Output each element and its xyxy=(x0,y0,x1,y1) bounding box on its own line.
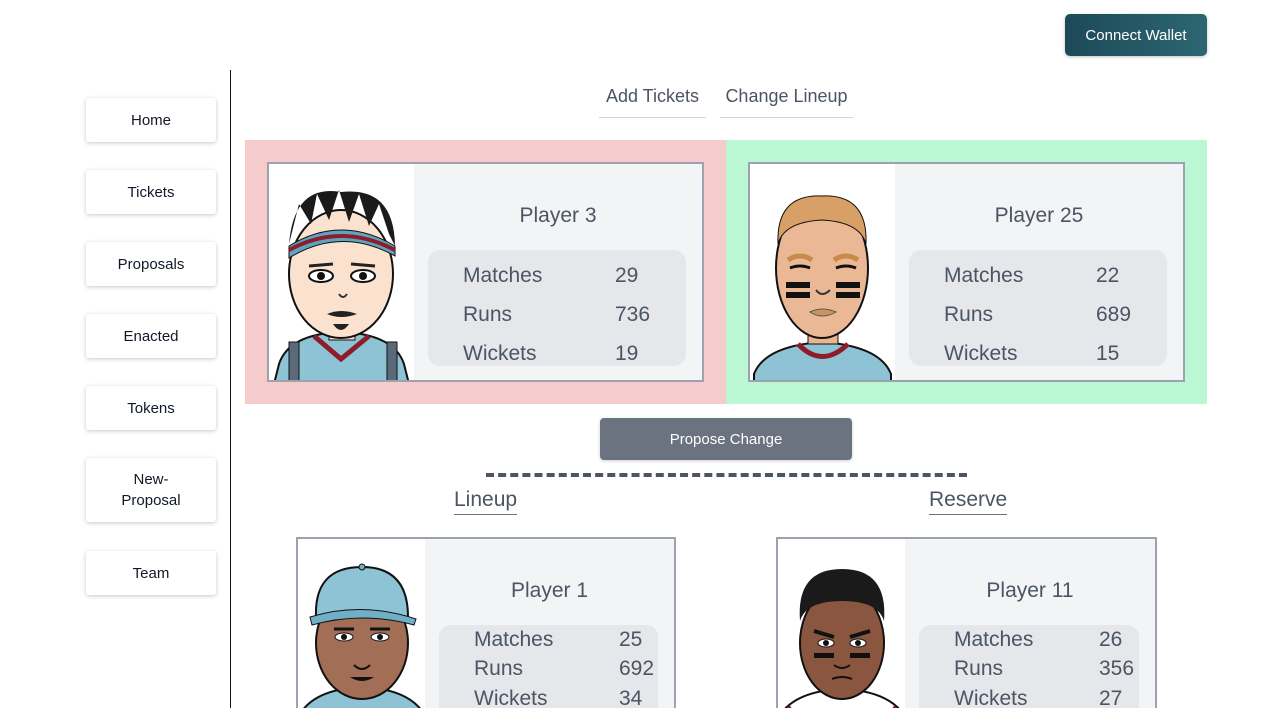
stat-label: Matches xyxy=(463,263,543,287)
stat-value: 692 xyxy=(619,657,655,681)
stat-row-matches: Matches 22 xyxy=(944,256,1167,295)
sidebar-item-label: Team xyxy=(132,564,170,582)
stat-row-wickets: Wickets 34 xyxy=(474,684,658,708)
sidebar-item-label: Tokens xyxy=(127,399,175,417)
player-name: Player 3 xyxy=(519,204,597,227)
tab-change-lineup[interactable]: Change Lineup xyxy=(720,86,853,118)
stat-label: Runs xyxy=(954,657,1004,681)
sidebar-item-home[interactable]: Home xyxy=(86,98,216,142)
stat-label: Wickets xyxy=(954,686,1028,708)
stat-label: Runs xyxy=(463,302,513,326)
reserve-player-card[interactable]: Player 11 Matches 26 Runs 356 Wickets 27 xyxy=(776,537,1157,708)
sidebar-item-enacted[interactable]: Enacted xyxy=(86,314,216,358)
player-name: Player 1 xyxy=(510,579,589,602)
player-avatar xyxy=(778,539,905,708)
player-name: Player 11 xyxy=(986,579,1074,602)
sidebar-item-label: Proposals xyxy=(117,255,185,273)
stat-row-runs: Runs 356 xyxy=(954,655,1139,685)
sidebar-item-label: New- Proposal xyxy=(121,471,181,509)
player-stats: Matches 22 Runs 689 Wickets 15 xyxy=(909,250,1167,366)
section-divider xyxy=(486,473,967,477)
incoming-player-panel: Player 25 Matches 22 Runs 689 Wickets 15 xyxy=(726,140,1207,404)
connect-wallet-button[interactable]: Connect Wallet xyxy=(1065,14,1207,56)
stat-row-matches: Matches 29 xyxy=(463,256,686,295)
sidebar-item-label: Enacted xyxy=(123,327,179,345)
tab-label: Add Tickets xyxy=(605,86,700,106)
stat-value: 26 xyxy=(1099,627,1123,651)
stat-row-wickets: Wickets 19 xyxy=(463,334,686,373)
player-avatar xyxy=(298,539,425,708)
sidebar-item-tickets[interactable]: Tickets xyxy=(86,170,216,214)
stat-label: Wickets xyxy=(463,341,537,365)
sidebar-item-tokens[interactable]: Tokens xyxy=(86,386,216,430)
app-page: Connect Wallet Home Tickets Proposals En… xyxy=(0,0,1280,708)
stat-value: 356 xyxy=(1099,657,1135,681)
sidebar-item-label: Home xyxy=(130,111,171,129)
stat-label: Runs xyxy=(944,302,994,326)
stat-row-runs: Runs 692 xyxy=(474,655,658,685)
stat-value: 19 xyxy=(615,341,639,365)
sidebar-item-proposals[interactable]: Proposals xyxy=(86,242,216,286)
lineup-player-card[interactable]: Player 1 Matches 25 Runs 692 Wickets 34 xyxy=(296,537,676,708)
stat-label: Matches xyxy=(954,627,1034,651)
stat-label: Wickets xyxy=(474,686,548,708)
stat-value: 34 xyxy=(619,686,643,708)
propose-change-button[interactable]: Propose Change xyxy=(600,418,852,460)
sidebar-item-new-proposal[interactable]: New- Proposal xyxy=(86,458,216,522)
player-info: Player 1 Matches 25 Runs 692 Wickets 34 xyxy=(425,539,674,708)
player-card[interactable]: Player 3 Matches 29 Runs 736 Wickets 19 xyxy=(267,162,704,382)
stat-label: Matches xyxy=(474,627,554,651)
stat-value: 25 xyxy=(619,627,643,651)
player-stats: Matches 25 Runs 692 Wickets 34 xyxy=(439,625,658,708)
stat-label: Wickets xyxy=(944,341,1018,365)
sidebar-item-team[interactable]: Team xyxy=(86,551,216,595)
player-info: Player 3 Matches 29 Runs 736 Wickets 19 xyxy=(414,164,702,380)
stat-value: 29 xyxy=(615,263,639,287)
player-info: Player 25 Matches 22 Runs 689 Wickets 15 xyxy=(895,164,1183,380)
sidebar-divider xyxy=(230,70,231,708)
stat-row-matches: Matches 26 xyxy=(954,625,1139,655)
stat-row-wickets: Wickets 15 xyxy=(944,334,1167,373)
stat-row-runs: Runs 689 xyxy=(944,295,1167,334)
player-name: Player 25 xyxy=(994,204,1084,227)
player-card[interactable]: Player 25 Matches 22 Runs 689 Wickets 15 xyxy=(748,162,1185,382)
stat-row-runs: Runs 736 xyxy=(463,295,686,334)
player-stats: Matches 26 Runs 356 Wickets 27 xyxy=(919,625,1139,708)
stat-value: 22 xyxy=(1096,263,1120,287)
stat-value: 689 xyxy=(1096,302,1132,326)
sidebar-item-label: Tickets xyxy=(127,183,175,201)
outgoing-player-panel: Player 3 Matches 29 Runs 736 Wickets 19 xyxy=(245,140,726,404)
tab-add-tickets[interactable]: Add Tickets xyxy=(599,86,706,118)
stat-value: 15 xyxy=(1096,341,1120,365)
player-stats: Matches 29 Runs 736 Wickets 19 xyxy=(428,250,686,366)
player-avatar xyxy=(269,164,414,380)
stat-value: 27 xyxy=(1099,686,1123,708)
stat-value: 736 xyxy=(615,302,651,326)
stat-row-wickets: Wickets 27 xyxy=(954,684,1139,708)
tab-label: Change Lineup xyxy=(725,86,848,106)
stat-label: Matches xyxy=(944,263,1024,287)
player-avatar xyxy=(750,164,895,380)
reserve-title: Reserve xyxy=(929,488,1008,515)
stat-label: Runs xyxy=(474,657,524,681)
player-info: Player 11 Matches 26 Runs 356 Wickets 27 xyxy=(905,539,1155,708)
stat-row-matches: Matches 25 xyxy=(474,625,658,655)
lineup-title: Lineup xyxy=(454,488,518,515)
